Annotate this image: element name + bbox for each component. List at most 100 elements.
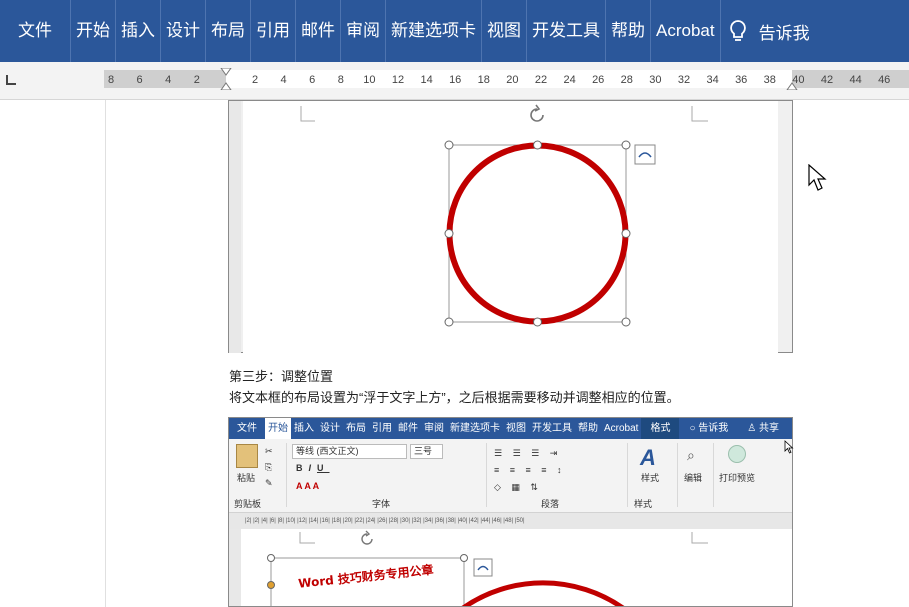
- ruler-label: 4: [281, 74, 287, 86]
- separator: [286, 443, 287, 507]
- separator: [486, 443, 487, 507]
- ruler-label: 26: [592, 74, 604, 86]
- stamp-canvas: Word 技巧财务专用公章: [267, 530, 708, 606]
- tab-mailings[interactable]: 邮件: [296, 0, 341, 62]
- ruler-label: 4: [165, 74, 171, 86]
- rotate-handle-icon: [530, 104, 544, 122]
- mini-page: Word 技巧财务专用公章: [243, 529, 778, 606]
- step-description: 将文本框的布局设置为“浮于文字上方”，之后根据需要移动并调整相应的位置。: [229, 390, 680, 405]
- mini-tab-acrobat[interactable]: Acrobat: [601, 418, 641, 439]
- ruler-label: 6: [137, 74, 143, 86]
- ruler-label: 24: [563, 74, 575, 86]
- tab-home[interactable]: 开始: [71, 0, 116, 62]
- mini-tab-layout[interactable]: 布局: [343, 418, 369, 439]
- mini-tab-mailings[interactable]: 邮件: [395, 418, 421, 439]
- mini-tab-format[interactable]: 格式: [641, 418, 680, 439]
- mini-tell-me-label: 告诉我: [698, 423, 729, 434]
- styles-label[interactable]: 样式: [641, 471, 659, 484]
- mini-ribbon-tabs: 文件 开始 插入 设计 布局 引用 邮件 审阅 新建选项卡 视图 开发工具 帮助…: [229, 418, 792, 439]
- font-size-select[interactable]: 三号: [410, 444, 443, 459]
- ruler-label: 28: [621, 74, 633, 86]
- ruler-label: 14: [420, 74, 432, 86]
- mini-share-label: 共享: [759, 423, 780, 434]
- step-heading: 第三步：调整位置: [229, 369, 334, 384]
- tab-review[interactable]: 审阅: [341, 0, 386, 62]
- mini-tab-developer[interactable]: 开发工具: [529, 418, 575, 439]
- ruler-label: 30: [649, 74, 661, 86]
- mini-tab-insert[interactable]: 插入: [291, 418, 317, 439]
- rotate-handle-icon: [361, 530, 373, 545]
- search-icon[interactable]: ⌕: [687, 447, 695, 464]
- mini-tab-file[interactable]: 文件: [229, 418, 265, 439]
- tab-design[interactable]: 设计: [161, 0, 206, 62]
- separator: [677, 443, 678, 507]
- mini-ruler: |2| |2| |4| |6| |8| |10| |12| |14| |16| …: [229, 513, 792, 529]
- tell-me-label: 告诉我: [758, 23, 810, 43]
- left-margin: [0, 100, 106, 607]
- group-clipboard: 剪贴板: [234, 499, 262, 509]
- font-color-buttons[interactable]: A A A: [296, 481, 319, 491]
- edit-label[interactable]: 编辑: [684, 471, 702, 484]
- mini-tab-home[interactable]: 开始: [265, 418, 291, 439]
- circle-shape-canvas: [300, 104, 708, 327]
- mini-tab-help[interactable]: 帮助: [575, 418, 601, 439]
- mini-tab-design[interactable]: 设计: [317, 418, 343, 439]
- tab-file[interactable]: 文件: [0, 0, 71, 62]
- screenshot-two: 文件 开始 插入 设计 布局 引用 邮件 审阅 新建选项卡 视图 开发工具 帮助…: [228, 417, 793, 607]
- mini-tab-review[interactable]: 审阅: [421, 418, 447, 439]
- mouse-cursor-small-icon: [784, 440, 794, 454]
- tell-me[interactable]: 告诉我: [729, 19, 810, 44]
- tab-help[interactable]: 帮助: [606, 0, 651, 62]
- mini-tab-references[interactable]: 引用: [369, 418, 395, 439]
- ruler-label: 6: [309, 74, 315, 86]
- ruler-label: 10: [363, 74, 375, 86]
- mini-tab-new[interactable]: 新建选项卡: [447, 418, 503, 439]
- ruler-label: 2: [252, 74, 258, 86]
- mini-share[interactable]: ♙ 共享: [731, 418, 782, 439]
- paragraph-buttons[interactable]: ☰ ☰ ☰ ⇥ ≡ ≡ ≡ ≡ ↕ ◇ ▦ ⇅: [494, 445, 566, 496]
- group-font: 字体: [372, 499, 391, 509]
- red-circle: [446, 142, 629, 325]
- ruler-label: 8: [338, 74, 344, 86]
- ruler-label: 42: [821, 74, 833, 86]
- tab-new[interactable]: 新建选项卡: [386, 0, 482, 62]
- font-format-buttons[interactable]: BIU: [296, 463, 330, 473]
- tab-insert[interactable]: 插入: [116, 0, 161, 62]
- group-paragraph: 段落: [541, 499, 560, 509]
- ruler-label: 18: [478, 74, 490, 86]
- clipboard-icons[interactable]: ✂ ⎘ ✎: [265, 443, 273, 491]
- screenshot-one: [228, 100, 793, 353]
- tab-view[interactable]: 视图: [482, 0, 527, 62]
- layout-options-icon: [634, 144, 656, 165]
- stamp-text: Word 技巧财务专用公章: [298, 562, 435, 591]
- layout-options-icon: [473, 558, 493, 577]
- print-preview-icon[interactable]: [728, 445, 746, 463]
- ruler-label: 2: [194, 74, 200, 86]
- mini-tab-view[interactable]: 视图: [503, 418, 529, 439]
- paste-label[interactable]: 粘贴: [237, 471, 255, 484]
- lightbulb-icon: [729, 20, 746, 41]
- ruler-label: 44: [849, 74, 861, 86]
- ruler-label: 40: [792, 74, 804, 86]
- ruler-label: 34: [706, 74, 718, 86]
- tab-layout[interactable]: 布局: [206, 0, 251, 62]
- print-preview-label[interactable]: 打印预览: [719, 471, 755, 484]
- paste-icon[interactable]: [236, 444, 258, 468]
- ruler-label: 20: [506, 74, 518, 86]
- ruler-bar: 8 6 4 2 2 4 6 8 10 12 14 16 18 20 22 24 26 28 30 32 34 36 38 40…: [0, 62, 909, 100]
- mini-tell-me[interactable]: ○ 告诉我: [679, 418, 731, 439]
- tab-selector[interactable]: [6, 75, 16, 85]
- ruler-label: 16: [449, 74, 461, 86]
- tab-references[interactable]: 引用: [251, 0, 296, 62]
- ruler-label: 22: [535, 74, 547, 86]
- tab-acrobat[interactable]: Acrobat: [651, 0, 721, 62]
- ruler-label: 12: [392, 74, 404, 86]
- font-name-select[interactable]: 等线 (西文正文): [292, 444, 407, 459]
- horizontal-ruler[interactable]: 8 6 4 2 2 4 6 8 10 12 14 16 18 20 22 24 26 28 30 32 34 36 38 40…: [104, 68, 909, 90]
- group-styles: 样式: [634, 499, 653, 509]
- separator: [713, 443, 714, 507]
- styles-icon[interactable]: A: [640, 445, 656, 471]
- tab-developer[interactable]: 开发工具: [527, 0, 606, 62]
- red-circle-partial: [461, 580, 625, 606]
- mini-lightbulb-icon: ○: [689, 423, 699, 434]
